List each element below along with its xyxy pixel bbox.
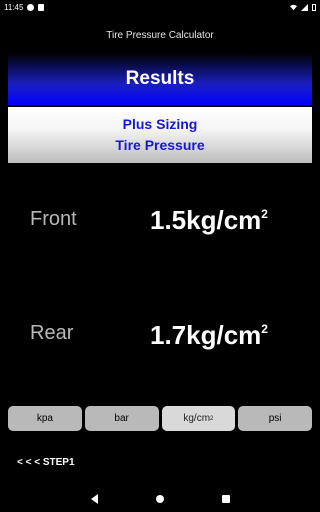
front-value-exponent: 2 bbox=[261, 207, 268, 221]
home-icon[interactable] bbox=[155, 495, 164, 503]
notification-icon bbox=[27, 3, 35, 11]
status-time: 11:45 bbox=[4, 2, 24, 12]
unit-button-psi-label: psi bbox=[268, 413, 282, 424]
plus-sizing-label: Plus Sizing bbox=[122, 116, 198, 132]
results-title: Results bbox=[125, 68, 195, 89]
results-banner: Results bbox=[8, 53, 312, 105]
step1-back-link[interactable]: < < < STEP1 bbox=[17, 457, 75, 468]
rear-value-exponent: 2 bbox=[261, 322, 268, 336]
status-right bbox=[290, 3, 316, 11]
unit-button-kgcm2-exponent: 2 bbox=[210, 415, 214, 422]
recent-apps-icon[interactable] bbox=[221, 495, 230, 503]
front-value: 1.5kg/cm2 bbox=[150, 205, 310, 236]
storage-icon bbox=[38, 3, 45, 11]
unit-selector: kpa bar kg/cm 2 psi bbox=[8, 406, 312, 431]
system-nav-bar bbox=[0, 486, 320, 512]
signal-icon bbox=[301, 3, 308, 11]
front-label: Front bbox=[30, 208, 77, 230]
app-title: Tire Pressure Calculator bbox=[106, 30, 214, 41]
wifi-icon bbox=[290, 4, 297, 11]
battery-icon bbox=[312, 3, 316, 11]
rear-label: Rear bbox=[30, 322, 74, 344]
unit-button-bar-label: bar bbox=[114, 413, 129, 424]
unit-button-psi[interactable]: psi bbox=[238, 406, 312, 431]
rear-value: 1.7kg/cm2 bbox=[150, 320, 310, 351]
unit-button-kpa[interactable]: kpa bbox=[8, 406, 82, 431]
status-bar: 11:45 bbox=[0, 0, 320, 14]
front-value-text: 1.5kg/cm bbox=[150, 205, 262, 235]
tire-pressure-label: Tire Pressure bbox=[115, 137, 205, 153]
unit-button-kgcm2[interactable]: kg/cm 2 bbox=[161, 406, 236, 431]
rear-value-text: 1.7kg/cm bbox=[150, 320, 262, 350]
plus-sizing-box: Plus Sizing Tire Pressure bbox=[8, 107, 312, 163]
unit-button-bar[interactable]: bar bbox=[84, 406, 159, 431]
status-left: 11:45 bbox=[4, 2, 45, 12]
back-icon[interactable] bbox=[90, 494, 98, 504]
unit-button-kpa-label: kpa bbox=[36, 413, 53, 424]
unit-button-kgcm2-label: kg/cm bbox=[183, 413, 211, 424]
